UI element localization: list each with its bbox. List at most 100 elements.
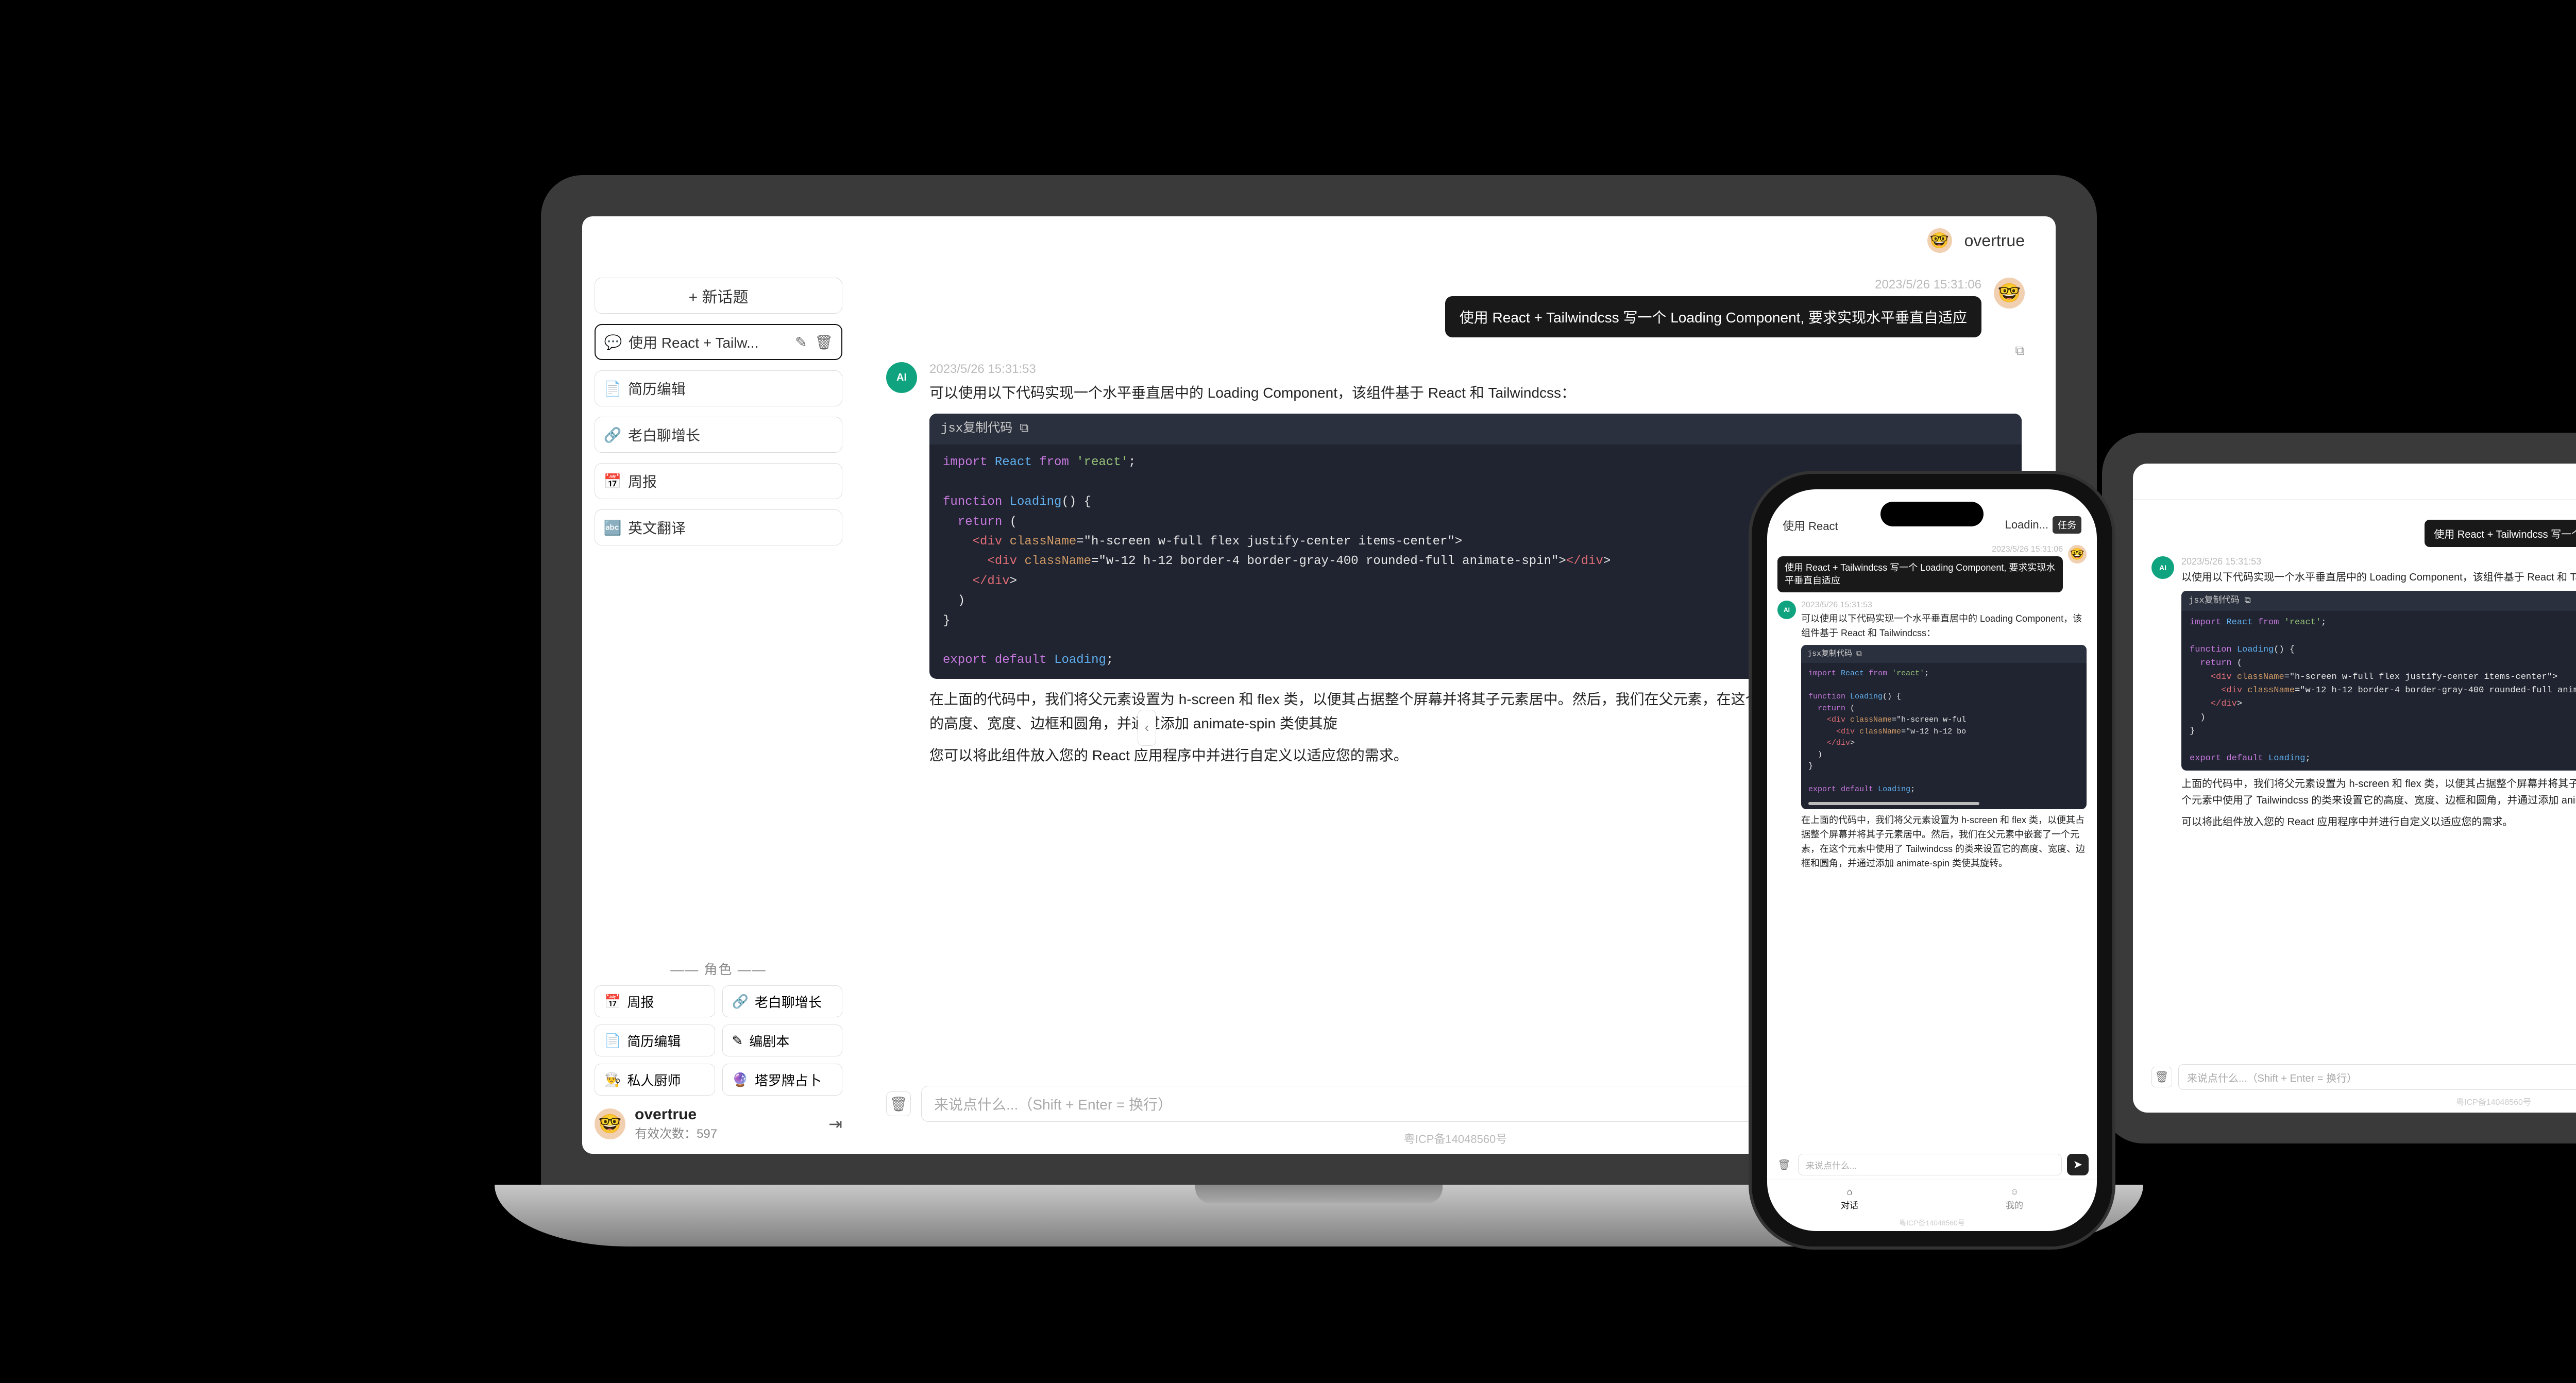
user-avatar[interactable]: 🤓 (1927, 228, 1952, 253)
chef-icon: 👨‍🍳 (604, 1072, 621, 1088)
conversation-title: 老白聊增长 (628, 424, 832, 445)
conversation-item[interactable]: 📅 周报 (595, 463, 842, 499)
copy-code-icon[interactable]: ⧉ (1020, 419, 1028, 440)
roles-label: —— 角色 —— (595, 959, 842, 978)
footer-avatar[interactable]: 🤓 (595, 1108, 625, 1139)
calendar-icon: 📅 (604, 994, 621, 1010)
horizontal-scrollbar[interactable] (1808, 802, 1979, 805)
user-icon: ☺ (2010, 1187, 2019, 1197)
code-lang-label: jsx复制代码 (941, 419, 1012, 440)
user-message: 使用 React + Tailwindcss 写一个 Loading Compo… (1777, 556, 2063, 592)
tarot-icon: 🔮 (732, 1072, 749, 1088)
code-lang-label: jsx复制代码 (1807, 648, 1852, 660)
nav-chat-tab[interactable]: ⌂ 对话 (1767, 1180, 1932, 1218)
bot-paragraph: 在上面的代码中，我们将父元素设置为 h-screen 和 flex 类，以便其占… (1801, 813, 2087, 871)
nav-label: 我的 (2006, 1198, 2023, 1211)
tablet-device: 🤓 overtrue 🤓 2023/5/26 15:31:06 使用 React… (2102, 433, 2576, 1143)
new-topic-button[interactable]: + 新话题 (595, 278, 842, 314)
copy-code-icon[interactable]: ⧉ (2245, 594, 2251, 608)
bot-message: 可以使用以下代码实现一个水平垂直居中的 Loading Component，该组… (1801, 612, 2087, 870)
conversation-item[interactable]: 🔗 老白聊增长 (595, 417, 842, 453)
bot-paragraph: 可以使用以下代码实现一个水平垂直居中的 Loading Component，该组… (929, 381, 2022, 405)
bot-paragraph: 可以将此组件放入您的 React 应用程序中并进行自定义以适应您的需求。 (2181, 814, 2576, 830)
bot-avatar: AI (2151, 556, 2174, 579)
code-lang-label: jsx复制代码 (2189, 594, 2240, 608)
message-time: 2023/5/26 15:31:06 (1875, 278, 1981, 292)
link-icon: 🔗 (732, 994, 749, 1010)
clear-button[interactable]: 🗑 (2151, 1067, 2172, 1087)
translate-icon: 🔤 (605, 519, 620, 536)
doc-icon: 📄 (604, 1033, 621, 1049)
code-block: jsx复制代码 ⧉ import React from 'react'; func… (1801, 645, 2087, 809)
laptop-notch (1211, 175, 1427, 211)
message-input[interactable]: 来说点什么...（Shift + Enter = 换行） (2178, 1064, 2576, 1090)
conversation-title: 使用 React + Tailw... (629, 332, 786, 352)
message-time: 2023/5/26 15:31:06 (1992, 545, 2063, 554)
nav-me-tab[interactable]: ☺ 我的 (1932, 1180, 2097, 1218)
role-item[interactable]: 🔮 塔罗牌占卜 (722, 1064, 843, 1096)
copy-code-icon[interactable]: ⧉ (1856, 648, 1862, 660)
phone-device: 使用 React . Loadin... 任务 🤓 2023/5/26 15:3… (1752, 474, 2112, 1247)
user-avatar: 🤓 (1994, 278, 2025, 309)
user-message: 使用 React + Tailwindcss 写一个 Loading Compo… (2425, 520, 2576, 547)
bot-paragraph: 上面的代码中，我们将父元素设置为 h-screen 和 flex 类，以便其占据… (2181, 776, 2576, 809)
code-content: import React from 'react'; function Load… (2181, 611, 2576, 771)
role-item[interactable]: 👨‍🍳 私人厨师 (595, 1064, 715, 1096)
conversation-title: 简历编辑 (628, 378, 832, 399)
footer-username: overtrue (635, 1106, 819, 1123)
role-title: 周报 (627, 992, 654, 1011)
role-title: 塔罗牌占卜 (755, 1070, 822, 1089)
conversation-title: 英文翻译 (628, 517, 832, 538)
role-title: 私人厨师 (627, 1070, 681, 1089)
nav-label: 对话 (1841, 1198, 1858, 1211)
message-time: 2023/5/26 15:31:53 (2181, 556, 2576, 567)
code-content: import React from 'react'; function Load… (1801, 663, 2087, 801)
clear-button[interactable]: 🗑 (886, 1091, 911, 1116)
role-item[interactable]: 📄 简历编辑 (595, 1025, 715, 1056)
logout-icon[interactable]: ⇥ (828, 1114, 842, 1134)
bot-avatar: AI (1777, 601, 1796, 619)
home-icon: ⌂ (1847, 1187, 1852, 1197)
role-title: 编剧本 (749, 1031, 789, 1050)
message-time: 2023/5/26 15:31:53 (1801, 601, 2087, 610)
clear-button[interactable]: 🗑 (1775, 1156, 1793, 1173)
bot-message: 以使用以下代码实现一个水平垂直居中的 Loading Component，该组件… (2181, 569, 2576, 830)
sidebar: + 新话题 💬 使用 React + Tailw... ✎ 🗑 📄 简历编辑 🔗… (582, 265, 855, 1154)
icp-footer: 粤ICP备14048560号 (1767, 1218, 2097, 1231)
icp-footer: 粤ICP备14048560号 (2133, 1093, 2576, 1113)
app-header: 🤓 overtrue (582, 216, 2056, 265)
bot-avatar: AI (886, 362, 917, 393)
bottom-nav: ⌂ 对话 ☺ 我的 (1767, 1180, 2097, 1218)
conversation-item[interactable]: 🔤 英文翻译 (595, 509, 842, 545)
doc-icon: 📄 (605, 380, 620, 397)
copy-icon[interactable]: ⧉ (2015, 343, 2025, 359)
collapse-sidebar-button[interactable]: ‹ (1138, 710, 1156, 746)
role-item[interactable]: ✎ 编剧本 (722, 1025, 843, 1056)
delete-icon[interactable]: 🗑 (817, 334, 831, 351)
title-truncated: Loadin... (2005, 518, 2048, 532)
message-input[interactable]: 来说点什么... (1798, 1154, 2062, 1175)
role-item[interactable]: 📅 周报 (595, 985, 715, 1017)
edit-icon: ✎ (732, 1033, 743, 1049)
role-item[interactable]: 🔗 老白聊增长 (722, 985, 843, 1017)
download-link[interactable]: 下载 (2133, 1042, 2576, 1061)
code-block: jsx复制代码 ⧉ import React from 'react'; func… (2181, 591, 2576, 771)
conversation-item[interactable]: 💬 使用 React + Tailw... ✎ 🗑 (595, 324, 842, 360)
send-button[interactable]: ➤ (2067, 1154, 2089, 1175)
footer-credits: 有效次数：597 (635, 1123, 819, 1141)
message-time: 2023/5/26 15:31:53 (929, 362, 2022, 377)
user-message: 使用 React + Tailwindcss 写一个 Loading Compo… (1445, 296, 1981, 337)
user-avatar: 🤓 (2068, 545, 2087, 564)
dynamic-island (1880, 502, 1984, 526)
conversation-item[interactable]: 📄 简历编辑 (595, 370, 842, 406)
edit-icon[interactable]: ✎ (794, 334, 808, 351)
bot-paragraph: 可以使用以下代码实现一个水平垂直居中的 Loading Component，该组… (1801, 612, 2087, 641)
calendar-icon: 📅 (605, 473, 620, 490)
link-icon: 🔗 (605, 426, 620, 443)
username: overtrue (1964, 231, 2025, 250)
role-title: 简历编辑 (627, 1031, 681, 1050)
nav-back-label[interactable]: 使用 React (1783, 517, 1838, 534)
app-header: 🤓 overtrue (2133, 464, 2576, 500)
role-title: 老白聊增长 (755, 992, 822, 1011)
task-badge[interactable]: 任务 (2053, 516, 2081, 534)
